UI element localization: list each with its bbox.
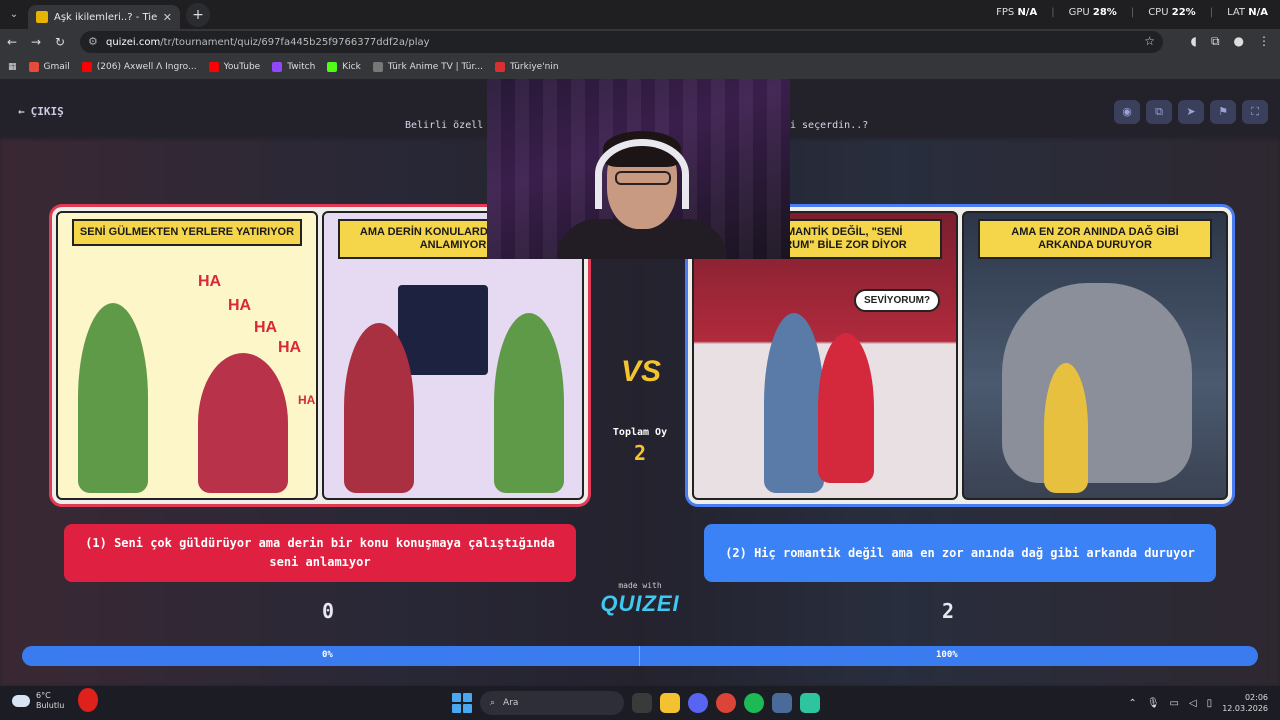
bookmark-gmail[interactable]: Gmail bbox=[28, 62, 70, 72]
bookmark-axwell[interactable]: (206) Axwell Λ Ingro... bbox=[81, 62, 197, 72]
url-input[interactable]: ⚙ quizei.com/tr/tournament/quiz/697fa445… bbox=[80, 31, 1163, 53]
taskbar-search[interactable]: ⌕ Ara bbox=[480, 691, 624, 715]
windows-start-icon[interactable] bbox=[452, 693, 472, 713]
comic-figure bbox=[494, 313, 564, 493]
bookmark-kick[interactable]: Kick bbox=[327, 62, 361, 72]
clock[interactable]: 02:06 12.03.2026 bbox=[1222, 692, 1268, 714]
tab-strip: ⌄ Aşk ikilemleri..? - Tier List, Kör S ✕… bbox=[0, 0, 1280, 29]
chevron-up-icon[interactable]: ⌃ bbox=[1128, 698, 1136, 709]
question-text-end: i seçerdin..? bbox=[790, 120, 869, 131]
forward-icon[interactable]: → bbox=[24, 35, 48, 49]
app-icon[interactable] bbox=[772, 693, 792, 713]
spotify-icon[interactable] bbox=[744, 693, 764, 713]
profile-icon[interactable]: ● bbox=[1234, 34, 1244, 49]
taskbar: 6°C Bulutlu ⌕ Ara ⌃ 🎙 ▭ ◁ ▯ 02:06 12.03.2… bbox=[0, 686, 1280, 720]
reload-icon[interactable]: ↻ bbox=[48, 35, 72, 49]
option-button-right[interactable]: (2) Hiç romantik değil ama en zor anında… bbox=[704, 524, 1216, 582]
vs-logo: VS bbox=[620, 355, 662, 388]
galaxy-poster bbox=[398, 285, 488, 375]
tab-title: Aşk ikilemleri..? - Tier List, Kör S bbox=[54, 11, 157, 23]
rock-golem bbox=[1002, 283, 1192, 483]
question-text-start: Belirli özell bbox=[405, 120, 484, 131]
comic-figure bbox=[764, 313, 824, 493]
exit-button[interactable]: ← ÇIKIŞ bbox=[18, 105, 64, 118]
headset-icon bbox=[595, 139, 689, 209]
comic-panel-mountain: AMA EN ZOR ANINDA DAĞ GİBİ ARKANDA DURUY… bbox=[962, 211, 1228, 500]
eye-icon[interactable]: ◉ bbox=[1114, 100, 1140, 124]
task-view-icon[interactable] bbox=[632, 693, 652, 713]
total-votes-label: Toplam Oy bbox=[612, 427, 668, 438]
comic-panel-laughing: SENİ GÜLMEKTEN YERLERE YATIRIYOR HA HA H… bbox=[56, 211, 318, 500]
bookmarks-bar: ▦ Gmail (206) Axwell Λ Ingro... YouTube … bbox=[0, 55, 1280, 79]
site-info-icon[interactable]: ⚙ bbox=[88, 35, 98, 48]
vote-count-left: 0 bbox=[322, 599, 335, 623]
toolbar: ◉ ⧉ ➤ ⚑ ⛶ bbox=[1114, 100, 1268, 124]
search-placeholder: Ara bbox=[503, 698, 519, 708]
comic-figure bbox=[198, 353, 288, 493]
browser-tab[interactable]: Aşk ikilemleri..? - Tier List, Kör S ✕ bbox=[28, 5, 180, 29]
tab-close-icon[interactable]: ✕ bbox=[163, 11, 172, 24]
battery-icon[interactable]: ▯ bbox=[1207, 698, 1213, 709]
bookmark-turkanime[interactable]: Türk Anime TV | Tür... bbox=[372, 62, 483, 72]
apps-grid-icon[interactable]: ▦ bbox=[8, 62, 17, 72]
extension-icon[interactable]: ◖ bbox=[1191, 34, 1197, 49]
vote-count-right: 2 bbox=[942, 599, 955, 623]
vote-progress-bar: 0% 100% bbox=[22, 646, 1258, 666]
weather-widget[interactable]: 6°C Bulutlu bbox=[12, 691, 64, 711]
performance-overlay: FPS N/A | GPU 28% | CPU 22% | LAT N/A bbox=[996, 7, 1268, 18]
comic-figure bbox=[1044, 363, 1088, 493]
network-icon[interactable]: ▭ bbox=[1170, 698, 1179, 709]
new-tab-button[interactable]: + bbox=[186, 2, 210, 27]
file-explorer-icon[interactable] bbox=[660, 693, 680, 713]
exit-label: ÇIKIŞ bbox=[30, 105, 64, 118]
tab-search-icon[interactable]: ⌄ bbox=[0, 9, 28, 20]
comic-figure bbox=[78, 303, 148, 493]
flag-icon[interactable]: ⚑ bbox=[1210, 100, 1236, 124]
bookmark-twitch[interactable]: Twitch bbox=[272, 62, 315, 72]
tab-favicon-icon bbox=[36, 11, 48, 23]
webcam-overlay bbox=[487, 79, 790, 259]
comic-figure bbox=[818, 333, 874, 483]
volume-icon[interactable]: ◁ bbox=[1189, 698, 1197, 709]
made-with-label: made with bbox=[618, 581, 662, 590]
url-path: /tr/tournament/quiz/697fa445b25f9766377d… bbox=[160, 36, 430, 48]
extensions-puzzle-icon[interactable]: ⧉ bbox=[1211, 34, 1220, 49]
fullscreen-icon[interactable]: ⛶ bbox=[1242, 100, 1268, 124]
discord-icon[interactable] bbox=[688, 693, 708, 713]
arrow-left-icon: ← bbox=[18, 105, 25, 118]
send-icon[interactable]: ➤ bbox=[1178, 100, 1204, 124]
bookmark-turkiye[interactable]: Türkiye'nin bbox=[494, 62, 559, 72]
search-icon: ⌕ bbox=[490, 698, 496, 708]
app-icon[interactable] bbox=[800, 693, 820, 713]
total-votes-value: 2 bbox=[633, 441, 647, 465]
thought-bubble: SEVİYORUM? bbox=[854, 289, 941, 312]
pinned-app-icon[interactable] bbox=[78, 688, 98, 712]
caption-right-2: AMA EN ZOR ANINDA DAĞ GİBİ ARKANDA DURUY… bbox=[978, 219, 1212, 259]
chrome-icon[interactable] bbox=[716, 693, 736, 713]
option-button-left[interactable]: (1) Seni çok güldürüyor ama derin bir ko… bbox=[64, 524, 576, 582]
menu-icon[interactable]: ⋮ bbox=[1258, 34, 1270, 49]
bookmark-youtube[interactable]: YouTube bbox=[208, 62, 260, 72]
bookmark-star-icon[interactable]: ☆ bbox=[1144, 34, 1155, 48]
cloud-icon bbox=[12, 695, 30, 707]
address-bar-row: ← → ↻ ⚙ quizei.com/tr/tournament/quiz/69… bbox=[0, 29, 1280, 55]
percent-right: 100% bbox=[936, 650, 958, 660]
percent-left: 0% bbox=[322, 650, 333, 660]
system-tray: ⌃ 🎙 ▭ ◁ ▯ 02:06 12.03.2026 bbox=[1128, 692, 1268, 714]
quiz-page: ← ÇIKIŞ Belirli özell i seçerdin..? ◉ ⧉ … bbox=[0, 79, 1280, 686]
back-icon[interactable]: ← bbox=[0, 35, 24, 49]
url-host: quizei.com bbox=[106, 36, 161, 48]
microphone-icon[interactable]: 🎙 bbox=[1147, 698, 1160, 709]
caption-left-1: SENİ GÜLMEKTEN YERLERE YATIRIYOR bbox=[72, 219, 302, 246]
quizei-logo[interactable]: QUIZEI bbox=[596, 591, 684, 617]
comic-figure bbox=[344, 323, 414, 493]
copy-icon[interactable]: ⧉ bbox=[1146, 100, 1172, 124]
